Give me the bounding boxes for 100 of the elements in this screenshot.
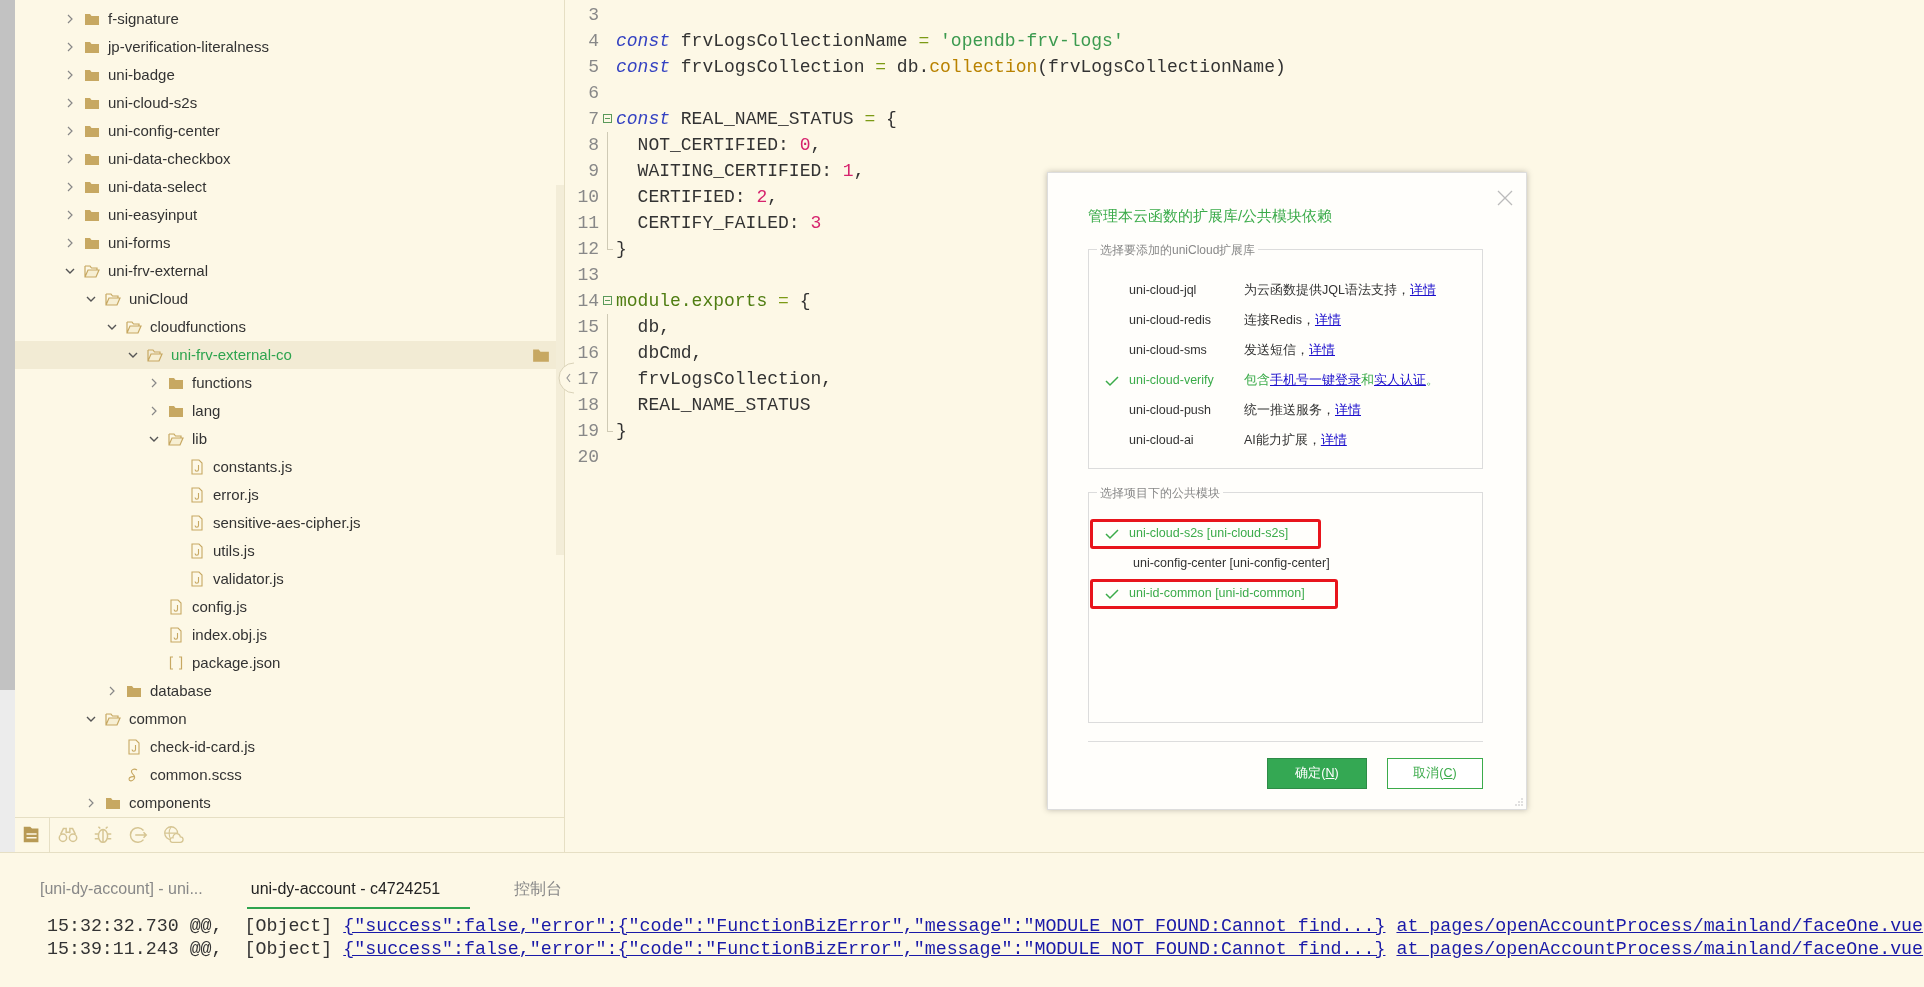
folder-icon (84, 95, 100, 111)
tree-item[interactable]: uni-config-center (15, 117, 556, 145)
source-link[interactable]: at pages/openAccountProcess/mainland/faceOne.vue (1396, 915, 1924, 938)
tree-item[interactable]: lib (15, 425, 556, 453)
log-time: 15:39:11.243 (47, 938, 179, 961)
tree-item[interactable]: package.json (15, 649, 556, 677)
details-link[interactable]: 详情 (1409, 283, 1436, 298)
code-line: frvLogsCollection, (636, 368, 833, 391)
line-number: 9 (587, 160, 599, 183)
log-message-link[interactable]: {"success":false,"error":{"code":"FunctionBizError","message":"MODULE_NOT_FOUND:Cannot find...} (343, 938, 1386, 961)
details-link[interactable]: 手机号一键登录 (1270, 373, 1361, 388)
details-link[interactable]: 详情 (1335, 403, 1361, 418)
tree-item[interactable]: uni-cloud-s2s (15, 89, 556, 117)
tree-item[interactable]: error.js (15, 481, 556, 509)
folder-icon (84, 235, 100, 251)
scrollbar-thumb[interactable] (0, 0, 15, 690)
tree-item[interactable]: uniCloud (15, 285, 556, 313)
tree-item[interactable]: common.scss (15, 761, 556, 789)
item-label: common.scss (150, 764, 243, 785)
check-icon (1103, 586, 1121, 601)
line-number: 13 (576, 264, 599, 287)
item-label: uni-frv-external-co (171, 344, 293, 365)
resize-grip[interactable] (1514, 797, 1524, 807)
extension-option[interactable]: uni-cloud-jql (1129, 281, 1244, 300)
line-number: 12 (576, 238, 599, 261)
group-label: 选择要添加的uniCloud扩展库 (1099, 243, 1257, 256)
item-label: uni-easyinput (108, 204, 199, 225)
tree-item[interactable]: f-signature (15, 5, 556, 33)
extension-option[interactable]: uni-cloud-push (1129, 401, 1244, 420)
source-link[interactable]: at pages/openAccountProcess/mainland/faceOne.vue (1396, 938, 1924, 961)
tree-item[interactable]: uni-badge (15, 61, 556, 89)
tree-item[interactable]: functions (15, 369, 556, 397)
tree-item[interactable]: uni-easyinput (15, 201, 556, 229)
line-number: 8 (587, 134, 599, 157)
fold-icon[interactable] (603, 296, 612, 305)
scrollbar-thumb[interactable] (556, 185, 564, 555)
item-label: components (129, 792, 212, 813)
brackets-icon (168, 655, 184, 671)
folder-icon[interactable] (532, 346, 550, 364)
open-folder-icon (84, 263, 100, 279)
dialog-title: 管理本云函数的扩展库/公共模块依赖 (1088, 206, 1334, 226)
line-number: 17 (576, 368, 599, 391)
extension-option[interactable]: uni-cloud-sms (1129, 341, 1244, 360)
file-icon (189, 543, 205, 559)
item-label: lib (192, 428, 208, 449)
tree-item[interactable]: index.obj.js (15, 621, 556, 649)
line-number: 7 (587, 108, 599, 131)
close-icon[interactable] (1496, 189, 1514, 207)
tree-item[interactable]: common (15, 705, 556, 733)
code-line: module.exports = { (616, 290, 811, 313)
item-label: uni-data-checkbox (108, 148, 232, 169)
open-folder-icon (168, 431, 184, 447)
details-link[interactable]: 详情 (1314, 313, 1341, 328)
open-folder-icon (105, 711, 121, 727)
tree-item[interactable]: check-id-card.js (15, 733, 556, 761)
tree-item[interactable]: uni-frv-external (15, 257, 556, 285)
tree-item[interactable]: validator.js (15, 565, 556, 593)
tree-item[interactable]: uni-forms (15, 229, 556, 257)
group-label: 选择项目下的公共模块 (1099, 486, 1221, 499)
tree-item[interactable]: lang (15, 397, 556, 425)
item-label: jp-verification-literalness (108, 36, 270, 57)
code-line: CERTIFY_FAILED: 3 (636, 212, 822, 235)
tree-item[interactable]: sensitive-aes-cipher.js (15, 509, 556, 537)
tree-item[interactable]: database (15, 677, 556, 705)
item-label: check-id-card.js (150, 736, 257, 757)
tree-item[interactable]: cloudfunctions (15, 313, 556, 341)
tree-item[interactable]: jp-verification-literalness (15, 33, 556, 61)
folder-icon (84, 151, 100, 167)
tree-item[interactable]: utils.js (15, 537, 556, 565)
folder-icon (105, 795, 121, 811)
details-link[interactable]: 实人认证 (1374, 373, 1426, 388)
extension-description: 发送短信，详情 (1244, 342, 1335, 360)
module-option[interactable]: uni-config-center [uni-config-center] (1090, 548, 1363, 579)
log-marker: @@, (189, 915, 223, 938)
file-icon (189, 515, 205, 531)
line-number: 11 (576, 212, 599, 235)
console-tab[interactable]: uni-dy-account - c4724251 (246, 871, 471, 909)
folder-icon (84, 39, 100, 55)
collapse-handle[interactable] (558, 362, 574, 394)
tree-item[interactable]: uni-data-select (15, 173, 556, 201)
item-label: uni-forms (108, 232, 172, 253)
details-link[interactable]: 详情 (1309, 343, 1335, 358)
open-folder-icon (126, 319, 142, 335)
details-link[interactable]: 详情 (1320, 433, 1347, 448)
item-label: package.json (192, 652, 282, 673)
folder-icon (168, 403, 184, 419)
code-line: CERTIFIED: 2, (636, 186, 779, 209)
tree-item[interactable]: config.js (15, 593, 556, 621)
console-tab[interactable]: 控制台 (512, 871, 565, 909)
item-label: uni-cloud-s2s (108, 92, 199, 113)
tree-item[interactable]: uni-data-checkbox (15, 145, 556, 173)
log-message-link[interactable]: {"success":false,"error":{"code":"FunctionBizError","message":"MODULE_NOT_FOUND:Cannot find...} (343, 915, 1386, 938)
tree-item[interactable]: components (15, 789, 556, 817)
extension-option[interactable]: uni-cloud-redis (1129, 311, 1244, 330)
folder-icon (84, 123, 100, 139)
line-number: 10 (576, 186, 599, 209)
tree-item[interactable]: constants.js (15, 453, 556, 481)
fold-icon[interactable] (603, 114, 612, 123)
item-label: lang (192, 400, 222, 421)
extension-option[interactable]: uni-cloud-ai (1129, 431, 1244, 450)
